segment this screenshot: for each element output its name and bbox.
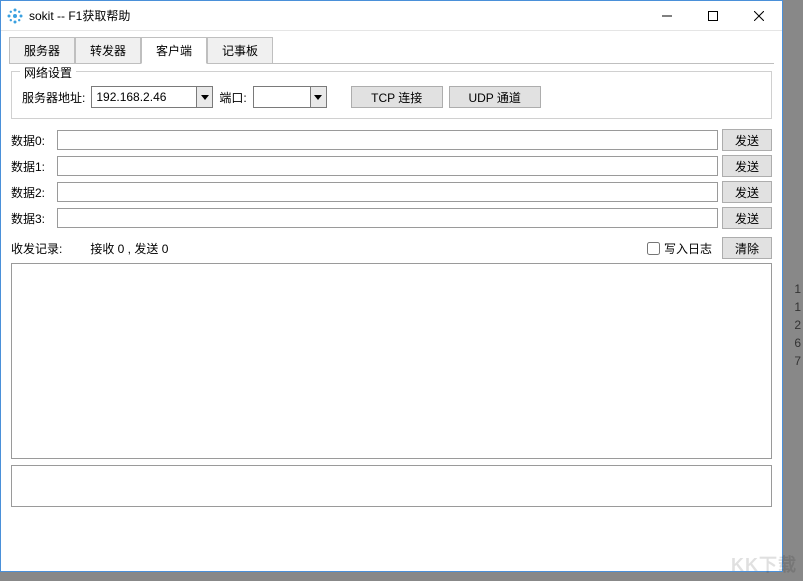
tab-label: 服务器 (24, 44, 60, 58)
log-title: 收发记录: (11, 240, 62, 257)
tab-notepad[interactable]: 记事板 (207, 37, 273, 64)
tab-client[interactable]: 客户端 (141, 37, 207, 64)
send-button-2[interactable]: 发送 (722, 181, 772, 203)
send-button-1[interactable]: 发送 (722, 155, 772, 177)
tab-label: 转发器 (90, 44, 126, 58)
app-icon (7, 8, 23, 24)
data-input-1[interactable] (57, 156, 718, 176)
status-textarea[interactable] (11, 465, 772, 507)
clear-button[interactable]: 清除 (722, 237, 772, 259)
chevron-down-icon[interactable] (196, 87, 212, 107)
tab-label: 记事板 (222, 44, 258, 58)
port-input[interactable] (254, 87, 310, 107)
log-header: 收发记录: 接收 0 , 发送 0 写入日志 清除 (11, 237, 772, 259)
group-legend: 网络设置 (20, 64, 76, 81)
minimize-button[interactable] (644, 1, 690, 30)
server-address-label: 服务器地址: (22, 89, 85, 106)
server-address-combo[interactable] (91, 86, 213, 108)
tab-strip: 服务器 转发器 客户端 记事板 (1, 31, 782, 64)
tcp-connect-button[interactable]: TCP 连接 (351, 86, 443, 108)
app-window: sokit -- F1获取帮助 服务器 转发器 客户端 记事板 网络设置 服务器… (0, 0, 783, 572)
log-textarea[interactable] (11, 263, 772, 459)
tab-forwarder[interactable]: 转发器 (75, 37, 141, 64)
udp-channel-button[interactable]: UDP 通道 (449, 86, 541, 108)
data-row-1: 数据1: 发送 (11, 155, 772, 177)
write-log-check-input[interactable] (647, 242, 660, 255)
data-row-3: 数据3: 发送 (11, 207, 772, 229)
server-address-input[interactable] (92, 87, 196, 107)
tab-label: 客户端 (156, 44, 192, 58)
data-input-2[interactable] (57, 182, 718, 202)
data-row-0: 数据0: 发送 (11, 129, 772, 151)
send-button-0[interactable]: 发送 (722, 129, 772, 151)
maximize-button[interactable] (690, 1, 736, 30)
data-input-3[interactable] (57, 208, 718, 228)
tab-underline (9, 63, 774, 64)
titlebar: sokit -- F1获取帮助 (1, 1, 782, 31)
tab-content: 网络设置 服务器地址: 端口: TCP 连接 UDP 通道 数据0: (1, 65, 782, 513)
close-button[interactable] (736, 1, 782, 30)
data-label: 数据3: (11, 210, 53, 227)
data-label: 数据1: (11, 158, 53, 175)
network-settings-group: 网络设置 服务器地址: 端口: TCP 连接 UDP 通道 (11, 71, 772, 119)
log-stats: 接收 0 , 发送 0 (90, 240, 168, 257)
tab-server[interactable]: 服务器 (9, 37, 75, 64)
write-log-checkbox[interactable]: 写入日志 (647, 240, 712, 257)
chevron-down-icon[interactable] (310, 87, 326, 107)
send-button-3[interactable]: 发送 (722, 207, 772, 229)
port-combo[interactable] (253, 86, 327, 108)
watermark-text: KK下载 (731, 551, 797, 577)
data-label: 数据2: (11, 184, 53, 201)
background-numbers: 1 1 2 6 7 (794, 280, 801, 370)
data-input-0[interactable] (57, 130, 718, 150)
checkbox-label: 写入日志 (664, 240, 712, 257)
data-row-2: 数据2: 发送 (11, 181, 772, 203)
data-label: 数据0: (11, 132, 53, 149)
window-title: sokit -- F1获取帮助 (29, 7, 644, 24)
port-label: 端口: (219, 89, 246, 106)
